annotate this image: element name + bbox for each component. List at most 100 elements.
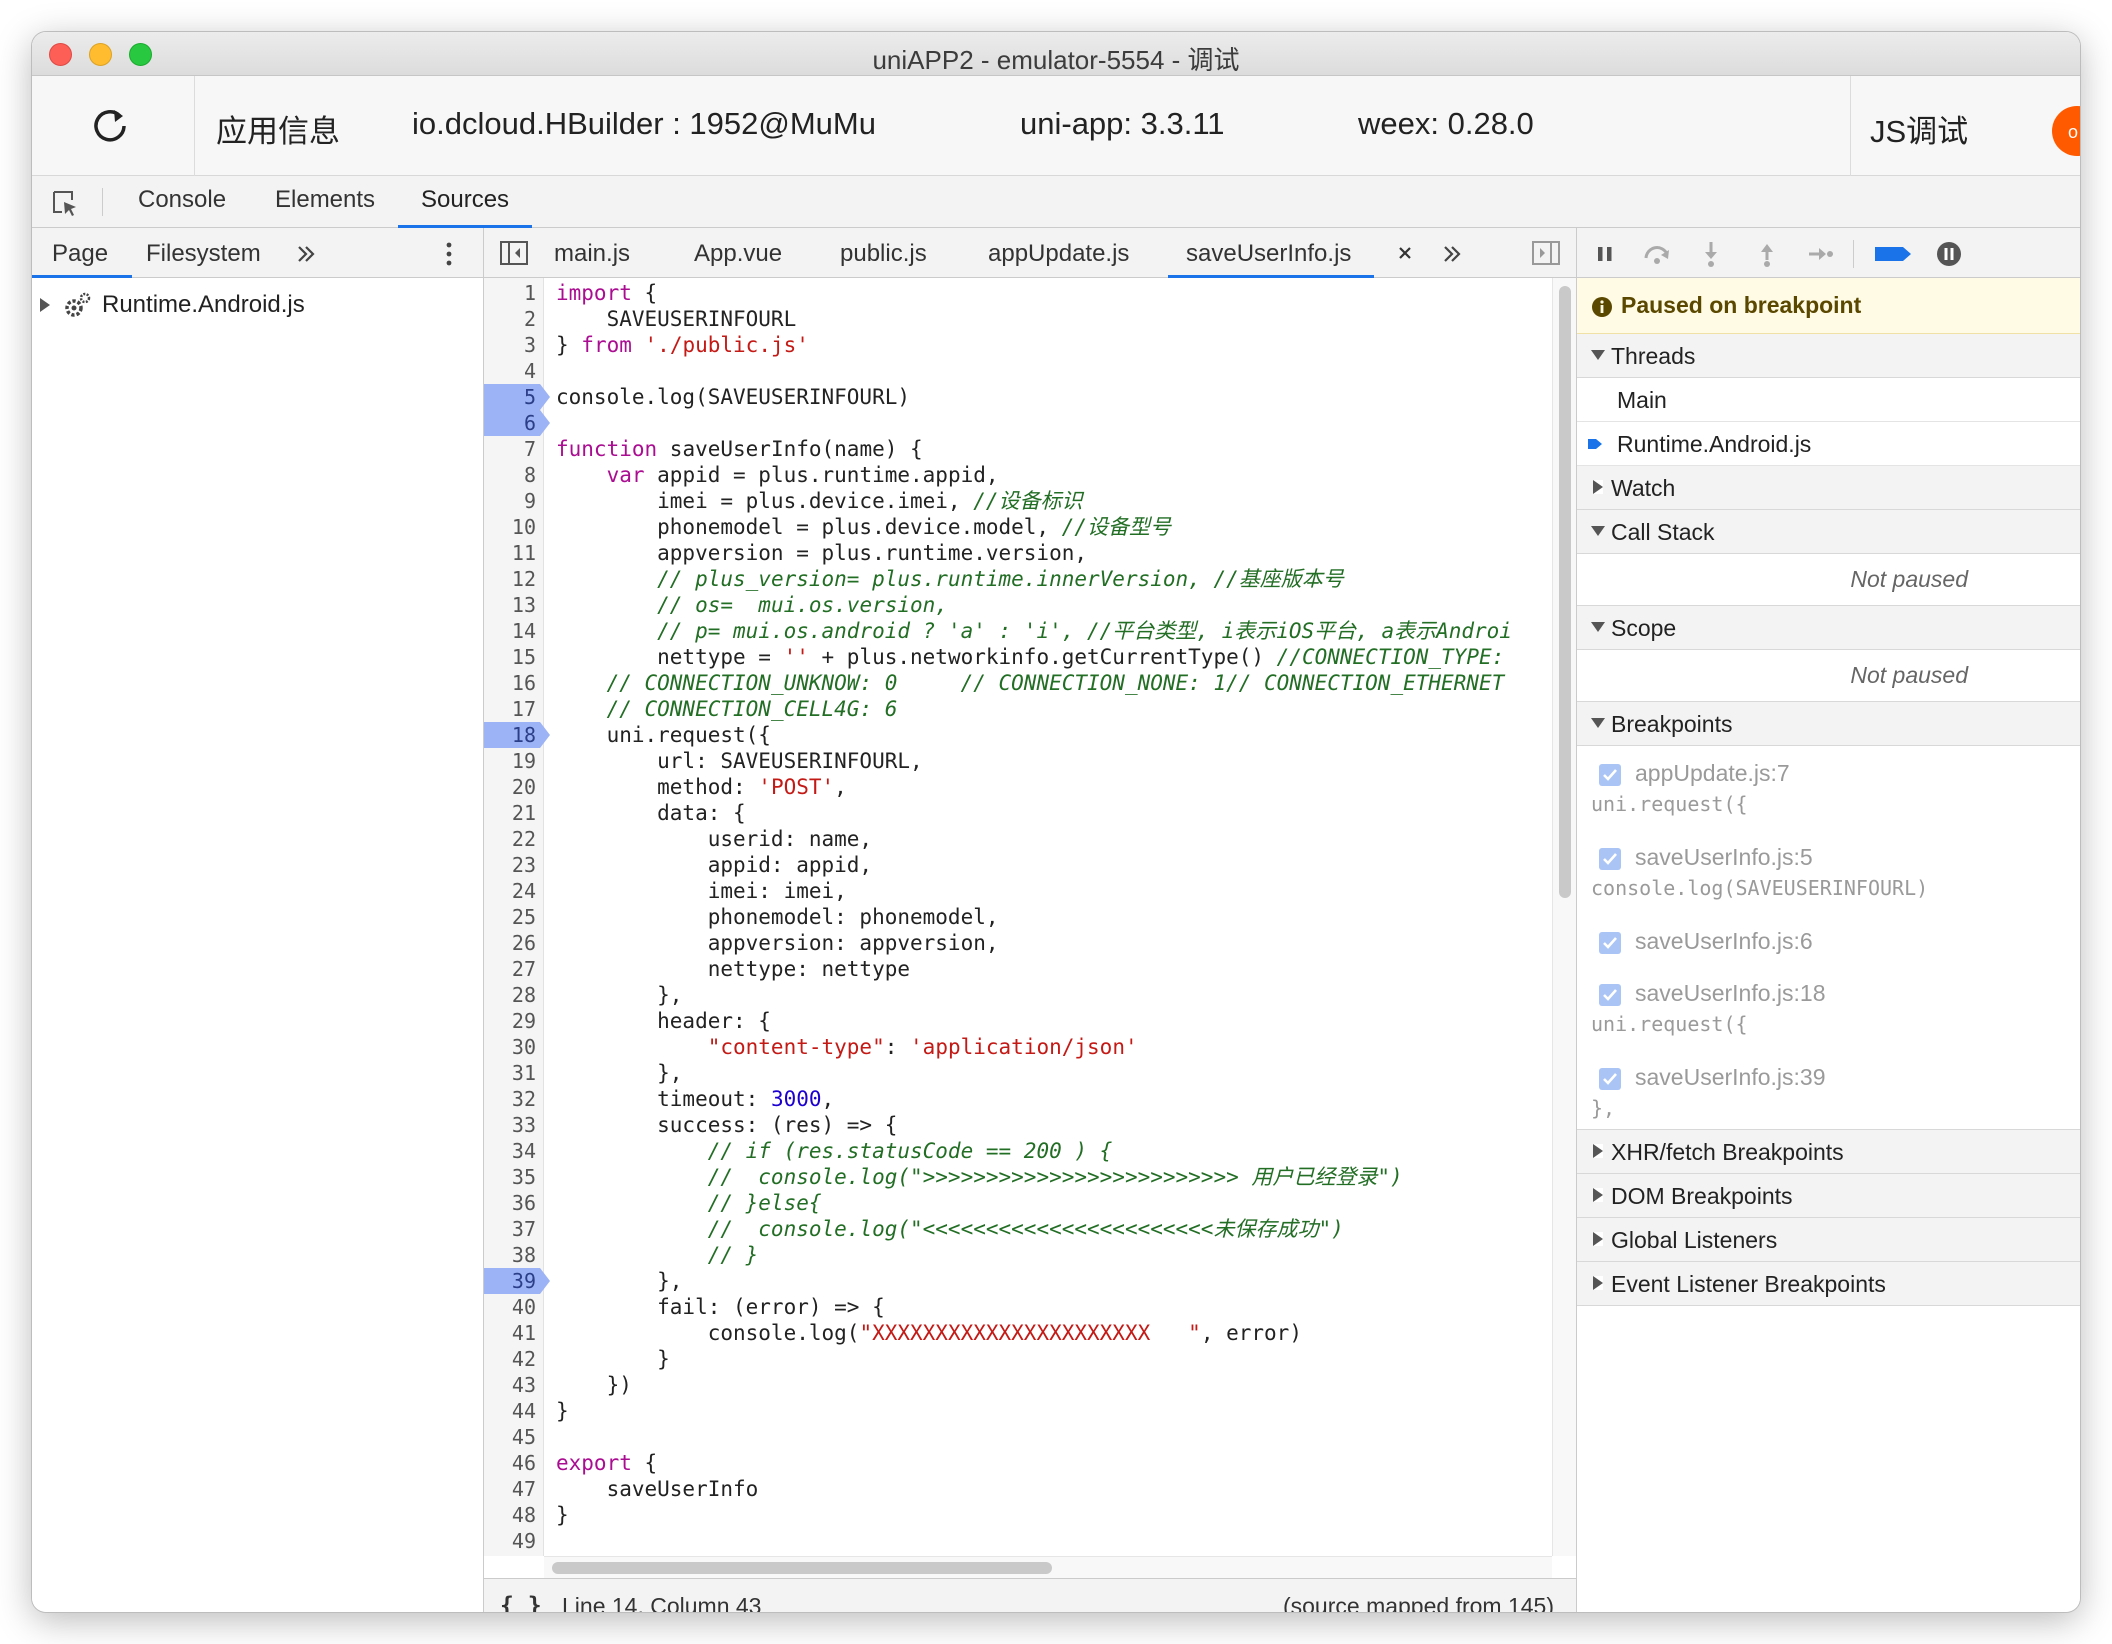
line-number[interactable]: 28 (484, 982, 540, 1008)
line-number[interactable]: 2 (484, 306, 540, 332)
line-number[interactable]: 13 (484, 592, 540, 618)
line-number[interactable]: 4 (484, 358, 540, 384)
toggle-navigator-icon[interactable] (500, 241, 528, 265)
code-line[interactable]: // p= mui.os.android ? 'a' : 'i', //平台类型… (556, 618, 1512, 644)
breakpoint-checkbox[interactable] (1599, 764, 1621, 786)
code-line[interactable]: }) (556, 1372, 632, 1398)
line-number[interactable]: 14 (484, 618, 540, 644)
breakpoint-location[interactable]: saveUserInfo.js:6 (1635, 928, 1813, 955)
code-line[interactable]: }, (556, 1060, 682, 1086)
pause-on-exceptions-icon[interactable] (1935, 240, 1963, 268)
breakpoint-code-snippet[interactable]: console.log(SAVEUSERINFOURL) (1591, 876, 1928, 900)
tree-item[interactable]: Runtime.Android.js (40, 290, 305, 320)
step-over-icon[interactable] (1643, 240, 1671, 268)
reload-icon[interactable] (90, 106, 130, 146)
line-number[interactable]: 46 (484, 1450, 540, 1476)
line-number[interactable]: 20 (484, 774, 540, 800)
code-line[interactable]: // console.log("<<<<<<<<<<<<<<<<<<<<<<<未… (556, 1216, 1344, 1242)
tab-console[interactable]: Console (138, 186, 226, 214)
code-line[interactable]: url: SAVEUSERINFOURL, (556, 748, 923, 774)
line-number[interactable]: 42 (484, 1346, 540, 1372)
step-icon[interactable] (1807, 240, 1835, 268)
line-number[interactable]: 7 (484, 436, 540, 462)
file-tab-app-vue[interactable]: App.vue (694, 240, 782, 268)
watch-section-header[interactable]: Watch (1577, 466, 2080, 510)
line-number[interactable]: 31 (484, 1060, 540, 1086)
horizontal-scrollbar[interactable] (544, 1556, 1552, 1578)
line-number[interactable]: 19 (484, 748, 540, 774)
line-number[interactable]: 43 (484, 1372, 540, 1398)
breakpoint-checkbox[interactable] (1599, 848, 1621, 870)
kebab-menu-icon[interactable] (446, 242, 452, 266)
code-line[interactable]: appversion = plus.runtime.version, (556, 540, 1087, 566)
code-line[interactable]: data: { (556, 800, 746, 826)
dom-breakpoints-header[interactable]: DOM Breakpoints (1577, 1174, 2080, 1218)
line-number[interactable]: 1 (484, 280, 540, 306)
breakpoint-checkbox[interactable] (1599, 1068, 1621, 1090)
code-line[interactable]: success: (res) => { (556, 1112, 897, 1138)
line-number[interactable]: 25 (484, 904, 540, 930)
code-line[interactable]: imei: imei, (556, 878, 847, 904)
code-line[interactable]: SAVEUSERINFOURL (556, 306, 797, 332)
line-number[interactable]: 23 (484, 852, 540, 878)
thread-item-runtime[interactable]: Runtime.Android.js (1577, 422, 2080, 466)
breakpoint-location[interactable]: saveUserInfo.js:39 (1635, 1064, 1825, 1091)
global-listeners-header[interactable]: Global Listeners (1577, 1218, 2080, 1262)
line-number[interactable]: 38 (484, 1242, 540, 1268)
line-number[interactable]: 45 (484, 1424, 540, 1450)
line-number[interactable]: 41 (484, 1320, 540, 1346)
code-line[interactable]: appid: appid, (556, 852, 872, 878)
line-number[interactable]: 40 (484, 1294, 540, 1320)
line-number[interactable]: 17 (484, 696, 540, 722)
breakpoint-location[interactable]: saveUserInfo.js:5 (1635, 844, 1813, 871)
line-number[interactable]: 27 (484, 956, 540, 982)
scroll-thumb[interactable] (1559, 286, 1571, 898)
code-line[interactable]: export { (556, 1450, 657, 1476)
code-line[interactable]: }, (556, 1268, 682, 1294)
code-line[interactable]: saveUserInfo (556, 1476, 759, 1502)
code-line[interactable]: } (556, 1398, 569, 1424)
thread-item-main[interactable]: Main (1577, 378, 2080, 422)
step-out-icon[interactable] (1753, 240, 1781, 268)
line-number[interactable]: 47 (484, 1476, 540, 1502)
code-line[interactable]: } (556, 1346, 670, 1372)
breakpoint-location[interactable]: appUpdate.js:7 (1635, 760, 1790, 787)
code-line[interactable]: // CONNECTION_CELL4G: 6 (556, 696, 898, 722)
breakpoint-checkbox[interactable] (1599, 984, 1621, 1006)
code-line[interactable]: uni.request({ (556, 722, 771, 748)
line-number[interactable]: 30 (484, 1034, 540, 1060)
line-number[interactable]: 21 (484, 800, 540, 826)
line-number[interactable]: 29 (484, 1008, 540, 1034)
code-line[interactable]: timeout: 3000, (556, 1086, 834, 1112)
code-line[interactable]: var appid = plus.runtime.appid, (556, 462, 999, 488)
vertical-scrollbar[interactable] (1552, 278, 1576, 1556)
line-number[interactable]: 49 (484, 1528, 540, 1554)
line-number[interactable]: 8 (484, 462, 540, 488)
breakpoint-line-number[interactable]: 6 (484, 410, 550, 436)
scroll-thumb[interactable] (552, 1562, 1052, 1574)
pretty-print-button[interactable]: { } (500, 1593, 542, 1612)
breakpoint-code-snippet[interactable]: uni.request({ (1591, 1012, 1748, 1036)
breakpoint-line-number[interactable]: 39 (484, 1268, 550, 1294)
line-number[interactable]: 16 (484, 670, 540, 696)
line-number[interactable]: 34 (484, 1138, 540, 1164)
line-number[interactable]: 24 (484, 878, 540, 904)
code-line[interactable]: } from './public.js' (556, 332, 809, 358)
tab-filesystem[interactable]: Filesystem (146, 240, 261, 268)
inspect-element-icon[interactable] (50, 188, 80, 218)
code-line[interactable]: // console.log(">>>>>>>>>>>>>>>>>>>>>>>>… (556, 1164, 1403, 1190)
file-tab-appupdate-js[interactable]: appUpdate.js (988, 240, 1129, 268)
event-listener-breakpoints-header[interactable]: Event Listener Breakpoints (1577, 1262, 2080, 1306)
line-number[interactable]: 32 (484, 1086, 540, 1112)
code-line[interactable]: header: { (556, 1008, 771, 1034)
threads-section-header[interactable]: Threads (1577, 334, 2080, 378)
code-line[interactable]: }, (556, 982, 682, 1008)
code-line[interactable]: nettype: nettype (556, 956, 910, 982)
file-tab-saveuserinfo-js[interactable]: saveUserInfo.js (1186, 240, 1351, 268)
code-line[interactable]: appversion: appversion, (556, 930, 999, 956)
code-line[interactable]: function saveUserInfo(name) { (556, 436, 923, 462)
code-line[interactable]: console.log(SAVEUSERINFOURL) (556, 384, 910, 410)
code-line[interactable]: // }else{ (556, 1190, 822, 1216)
code-line[interactable]: phonemodel = plus.device.model, //设备型号 (556, 514, 1171, 540)
callstack-section-header[interactable]: Call Stack (1577, 510, 2080, 554)
